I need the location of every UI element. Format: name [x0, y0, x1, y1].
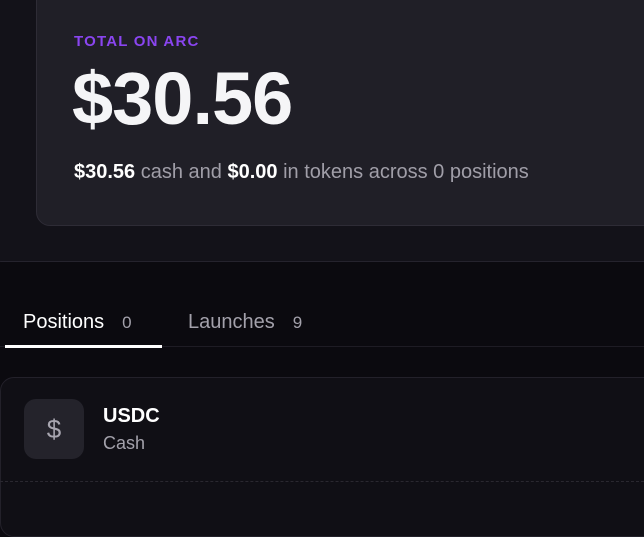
summary-text-cash: cash and [135, 161, 228, 183]
token-amount: $0.00 [227, 161, 278, 183]
tab-launches[interactable]: Launches 9 [172, 300, 302, 347]
asset-type: Cash [103, 433, 146, 453]
asset-name[interactable]: USDC [103, 405, 160, 428]
summary-text-positions: in tokens across 0 positions [277, 161, 529, 183]
active-tab-indicator [5, 345, 162, 348]
balance-summary: $30.56 cash and $0.00 in tokens across 0… [74, 161, 529, 184]
tab-label: Positions [23, 311, 105, 333]
tab-positions[interactable]: Positions 0 [5, 300, 162, 348]
dollar-symbol: $ [46, 413, 62, 444]
portfolio-tabs: Positions 0 Launches 9 [0, 300, 644, 348]
tab-count: 9 [292, 313, 303, 332]
tab-count: 0 [122, 313, 132, 332]
asset-list-card [0, 377, 644, 537]
dollar-icon: $ [24, 399, 84, 459]
total-amount: $30.56 [72, 57, 293, 140]
cash-amount: $30.56 [74, 161, 136, 183]
total-label: TOTAL ON ARC [74, 33, 200, 50]
row-divider [0, 481, 644, 482]
tab-label: Launches [188, 311, 275, 333]
